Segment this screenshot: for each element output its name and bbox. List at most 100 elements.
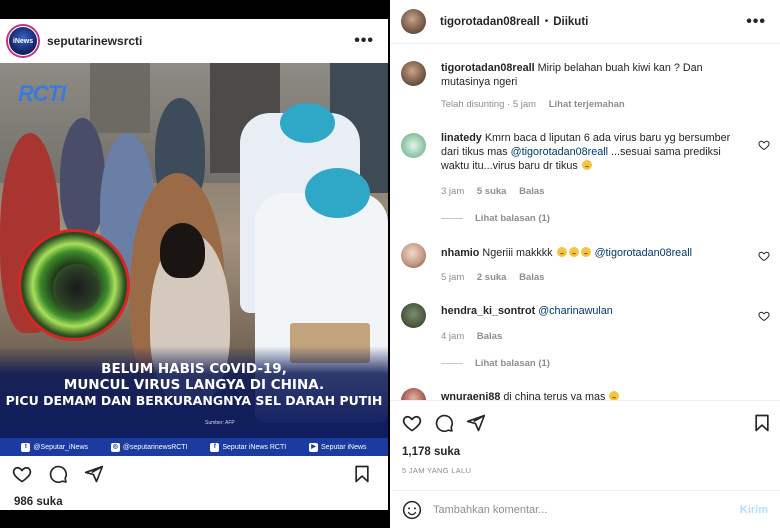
follow-button[interactable]: Diikuti	[553, 16, 588, 28]
comment-likes[interactable]: 5 suka	[477, 186, 507, 197]
detail-header: tigorotadan08reall • Diikuti •••	[390, 0, 780, 44]
avatar[interactable]	[401, 388, 426, 400]
heart-icon[interactable]	[12, 464, 32, 484]
detail-pane: tigorotadan08reall • Diikuti ••• tigorot…	[390, 0, 780, 528]
building	[90, 63, 150, 133]
more-options-icon[interactable]: •••	[354, 32, 374, 50]
view-replies-button[interactable]: Lihat balasan (1)	[441, 213, 550, 224]
social-label: Seputar iNews	[321, 443, 367, 451]
sad-face-emoji-icon	[581, 160, 592, 170]
view-replies-label: Lihat balasan (1)	[475, 213, 550, 224]
post-time: 5 JAM YANG LALU	[402, 466, 472, 475]
avatar[interactable]	[401, 133, 426, 158]
image-source: Sumber: AFP	[205, 420, 235, 426]
virus-image	[18, 229, 130, 341]
post-username[interactable]: seputarinewsrcti	[47, 34, 142, 48]
reply-button[interactable]: Balas	[519, 186, 544, 197]
youtube-icon: ▶	[309, 442, 319, 452]
bookmark-icon[interactable]	[752, 413, 772, 433]
avatar[interactable]	[401, 9, 426, 34]
virus-core	[53, 264, 101, 312]
fearful-face-emoji-icon	[556, 247, 567, 257]
comment-user[interactable]: linatedy	[441, 132, 482, 144]
list-item: wnuraeni88 di china terus ya mas	[390, 388, 780, 400]
share-icon[interactable]	[84, 464, 104, 484]
social-instagram: ◎ @seputarinewsRCTI	[110, 442, 188, 452]
post-pane: iNews seputarinewsrcti ••• RCTI BELUM HA…	[0, 0, 388, 528]
comment-user[interactable]: wnuraeni88	[441, 391, 500, 400]
caption-line-3: PICU DEMAM DAN BERKURANGNYA SEL DARAH PU…	[5, 393, 383, 408]
emoji-icon[interactable]	[402, 500, 422, 520]
comment-body: wnuraeni88 di china terus ya mas	[441, 390, 751, 400]
comment-user[interactable]: nhamio	[441, 247, 479, 259]
comment-text: di china terus ya mas	[503, 391, 606, 400]
heart-icon[interactable]	[758, 250, 770, 262]
post-image[interactable]: RCTI BELUM HABIS COVID-19, MUNCUL VIRUS …	[0, 63, 388, 456]
reply-button[interactable]: Balas	[519, 272, 544, 283]
mention-link[interactable]: @tigorotadan08reall	[511, 146, 608, 158]
comment-body: hendra_ki_sontrot @charinawulan	[441, 304, 751, 318]
person-hair	[160, 223, 205, 278]
post-actions	[0, 456, 388, 492]
comment-time: 4 jam	[441, 331, 465, 342]
fearful-face-emoji-icon	[568, 247, 579, 257]
separator: •	[544, 16, 549, 27]
social-label: @seputarinewsRCTI	[122, 443, 188, 451]
social-bar: t @Seputar_iNews ◎ @seputarinewsRCTI f S…	[0, 438, 388, 456]
instagram-icon: ◎	[110, 442, 120, 452]
face-shield	[305, 168, 370, 218]
facebook-icon: f	[210, 442, 220, 452]
comment-time: 3 jam	[441, 186, 465, 197]
comment-user[interactable]: hendra_ki_sontrot	[441, 305, 535, 317]
heart-icon[interactable]	[758, 139, 770, 151]
comment-meta: 4 jam Balas	[441, 331, 512, 342]
heart-icon[interactable]	[402, 413, 422, 433]
list-item: tigorotadan08reall Mirip belahan buah ki…	[390, 59, 780, 119]
divider	[441, 363, 463, 364]
comment-meta: 5 jam 2 suka Balas	[441, 272, 554, 283]
comment-time: 5 jam	[441, 272, 465, 283]
detail-username[interactable]: tigorotadan08reall	[440, 16, 540, 28]
inews-logo-icon: iNews	[9, 27, 37, 55]
mention-link[interactable]: @charinawulan	[538, 305, 613, 317]
divider	[441, 218, 463, 219]
comment-icon[interactable]	[48, 464, 68, 484]
social-facebook: f Seputar iNews RCTI	[210, 442, 286, 452]
post-comment-button[interactable]: Kirim	[740, 504, 768, 516]
see-translation-link[interactable]: Lihat terjemahan	[549, 99, 625, 110]
comment-icon[interactable]	[434, 413, 454, 433]
person	[60, 118, 105, 238]
avatar[interactable]: iNews	[6, 24, 40, 58]
avatar[interactable]	[401, 61, 426, 86]
share-icon[interactable]	[466, 413, 486, 433]
avatar[interactable]	[401, 243, 426, 268]
mention-link[interactable]: @tigorotadan08reall	[595, 247, 692, 259]
comment-input[interactable]	[433, 503, 733, 516]
social-twitter: t @Seputar_iNews	[21, 442, 88, 452]
list-item: hendra_ki_sontrot @charinawulan 4 jam Ba…	[390, 302, 780, 382]
top-black-bar	[0, 0, 388, 19]
avatar[interactable]	[401, 303, 426, 328]
comment-body: nhamio Ngeriii makkkk @tigorotadan08real…	[441, 246, 751, 260]
comment-body: tigorotadan08reall Mirip belahan buah ki…	[441, 61, 751, 89]
more-options-icon[interactable]: •••	[746, 13, 766, 31]
view-replies-button[interactable]: Lihat balasan (1)	[441, 358, 550, 369]
comment-text: Ngeriii makkkk	[482, 247, 553, 259]
reply-button[interactable]: Balas	[477, 331, 502, 342]
twitter-icon: t	[21, 442, 31, 452]
sad-face-emoji-icon	[609, 391, 620, 400]
comment-likes[interactable]: 2 suka	[477, 272, 507, 283]
caption-line-1: BELUM HABIS COVID-19,	[101, 361, 287, 377]
rcti-logo: RCTI	[18, 81, 66, 106]
social-youtube: ▶ Seputar iNews	[309, 442, 367, 452]
comment-user[interactable]: tigorotadan08reall	[441, 62, 535, 74]
comments-list[interactable]: tigorotadan08reall Mirip belahan buah ki…	[390, 45, 780, 400]
heart-icon[interactable]	[758, 310, 770, 322]
post-likes[interactable]: 986 suka	[14, 496, 63, 508]
list-item: nhamio Ngeriii makkkk @tigorotadan08real…	[390, 243, 780, 294]
bookmark-icon[interactable]	[352, 464, 372, 484]
detail-likes[interactable]: 1,178 suka	[402, 446, 460, 458]
face-shield	[280, 103, 335, 143]
bottom-black-bar	[0, 510, 388, 528]
list-item: linatedy Kmrn baca d liputan 6 ada virus…	[390, 131, 780, 231]
